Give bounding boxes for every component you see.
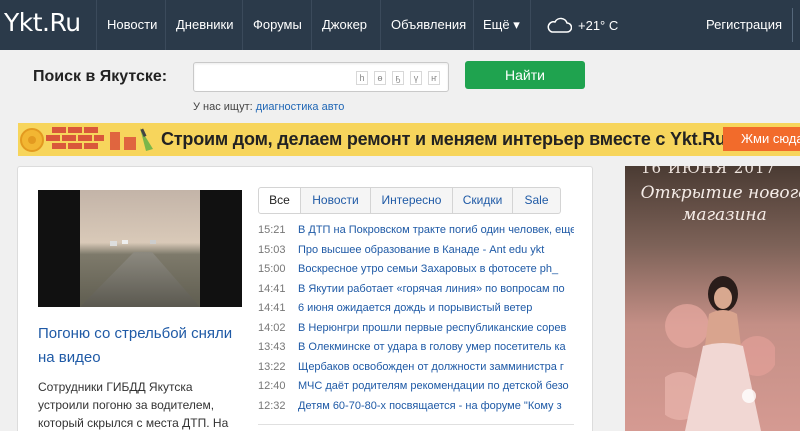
news-title[interactable]: Щербаков освобожден от должности заммини… [298, 359, 574, 375]
video-cars [110, 240, 156, 246]
news-tabs: Все Новости Интересно Скидки Sale [258, 187, 561, 214]
list-item[interactable]: 12:32 Детям 60-70-80-х посвящается - на ф… [258, 398, 574, 418]
site-logo[interactable]: Ykt.Ru [4, 8, 81, 37]
news-title[interactable]: В Якутии работает «горячая линия» по воп… [298, 281, 574, 297]
nav-divider [473, 0, 474, 50]
tab-interesting[interactable]: Интересно [371, 187, 453, 214]
nav-joker[interactable]: Джокер [322, 0, 367, 50]
list-item[interactable]: 14:41 6 июня ожидается дождь и порывистый… [258, 300, 574, 320]
feature-headline[interactable]: Погоню со стрельбой сняли на видео [38, 322, 248, 370]
banner-button[interactable]: Жми сюда [723, 127, 800, 151]
news-title[interactable]: Детям 60-70-80-х посвящается - на форуме… [298, 398, 574, 414]
tab-all[interactable]: Все [258, 187, 301, 214]
news-title[interactable]: В Нерюнгри прошли первые республиканские… [298, 320, 574, 336]
news-time: 14:41 [258, 282, 286, 295]
nav-divider [96, 0, 97, 50]
nav-divider [380, 0, 381, 50]
news-title[interactable]: МЧС даёт родителям рекомендации по детск… [298, 378, 574, 394]
ad-script-text: Открытие нового магазина [640, 183, 800, 225]
weather-widget[interactable]: +21° C [546, 14, 618, 36]
nav-more-dropdown[interactable]: Ещё ▾ [483, 0, 520, 50]
search-label: Поиск в Якутске: [33, 68, 168, 85]
search-button[interactable]: Найти [465, 61, 585, 89]
top-navigation-bar: Ykt.Ru Новости Дневники Форумы Джокер Об… [0, 0, 800, 50]
news-list: 15:21 В ДТП на Покровском тракте погиб од… [258, 222, 574, 417]
promo-banner[interactable]: Строим дом, делаем ремонт и меняем интер… [18, 123, 800, 156]
list-item[interactable]: 15:00 Воскресное утро семьи Захаровых в ф… [258, 261, 574, 281]
news-title[interactable]: Про высшее образование в Канаде - Ant ed… [298, 242, 574, 258]
news-time: 13:43 [258, 341, 286, 353]
ad-model-figure [665, 276, 775, 431]
letter-key[interactable]: һ [356, 71, 368, 85]
list-item[interactable]: 13:22 Щербаков освобожден от должности за… [258, 359, 574, 379]
list-item[interactable]: 14:41 В Якутии работает «горячая линия» п… [258, 281, 574, 301]
news-time: 12:40 [258, 380, 286, 392]
search-hint-link[interactable]: диагностика авто [256, 101, 345, 113]
news-title[interactable]: В Олекминске от удара в голову умер посе… [298, 339, 574, 355]
nav-divider [311, 0, 312, 50]
list-item[interactable]: 14:02 В Нерюнгри прошли первые республика… [258, 320, 574, 340]
nav-divider [165, 0, 166, 50]
list-item[interactable]: 15:21 В ДТП на Покровском тракте погиб од… [258, 222, 574, 242]
video-frame [80, 190, 200, 307]
feature-lead: Сотрудники ГИБДД Якутска устроили погоню… [38, 380, 229, 430]
news-time: 15:21 [258, 224, 286, 236]
list-item[interactable]: 15:03 Про высшее образование в Канаде - A… [258, 242, 574, 262]
nav-classifieds[interactable]: Объявления [391, 0, 466, 50]
news-title[interactable]: 6 июня ожидается дождь и порывистый вете… [298, 300, 574, 316]
cloud-icon [547, 17, 572, 33]
register-link[interactable]: Регистрация [706, 0, 782, 50]
yakut-letters-keyboard: һ ө ҕ ү ҥ [350, 71, 440, 85]
news-time: 13:22 [258, 360, 286, 373]
news-title[interactable]: Воскресное утро семьи Захаровых в фотосе… [298, 261, 574, 277]
tab-discounts[interactable]: Скидки [453, 187, 513, 214]
news-time: 14:41 [258, 302, 286, 314]
construction-illustration [20, 127, 153, 152]
letter-key[interactable]: ү [410, 71, 422, 85]
nav-forums[interactable]: Форумы [253, 0, 302, 50]
search-input[interactable]: һ ө ҕ ү ҥ [193, 62, 449, 92]
letter-key[interactable]: ҕ [392, 71, 404, 85]
list-item[interactable]: 13:43 В Олекминске от удара в голову умер… [258, 339, 574, 359]
ad-date: 16 ИЮНЯ 2017 [641, 166, 776, 177]
nav-divider [242, 0, 243, 50]
banner-text: Строим дом, делаем ремонт и меняем интер… [161, 129, 726, 149]
tab-sale[interactable]: Sale [513, 187, 561, 214]
nav-news[interactable]: Новости [107, 0, 157, 50]
weather-temperature: +21° C [578, 17, 619, 33]
feature-video-thumbnail[interactable] [38, 190, 242, 307]
sidebar-ad[interactable]: 16 ИЮНЯ 2017 Открытие нового магазина [625, 166, 800, 431]
news-time: 14:02 [258, 321, 286, 334]
search-hint-prefix: У нас ищут: [193, 101, 253, 113]
nav-divider [792, 8, 793, 42]
news-time: 15:00 [258, 263, 286, 275]
letter-key[interactable]: ҥ [428, 71, 440, 85]
nav-divider [530, 0, 531, 50]
news-time: 12:32 [258, 399, 286, 412]
search-hint: У нас ищут: диагностика авто [193, 101, 344, 113]
divider [258, 424, 574, 425]
letter-key[interactable]: ө [374, 71, 386, 85]
list-item[interactable]: 12:40 МЧС даёт родителям рекомендации по … [258, 378, 574, 398]
nav-diaries[interactable]: Дневники [176, 0, 234, 50]
news-time: 15:03 [258, 243, 286, 256]
news-title[interactable]: В ДТП на Покровском тракте погиб один че… [298, 222, 574, 238]
tab-news[interactable]: Новости [301, 187, 371, 214]
